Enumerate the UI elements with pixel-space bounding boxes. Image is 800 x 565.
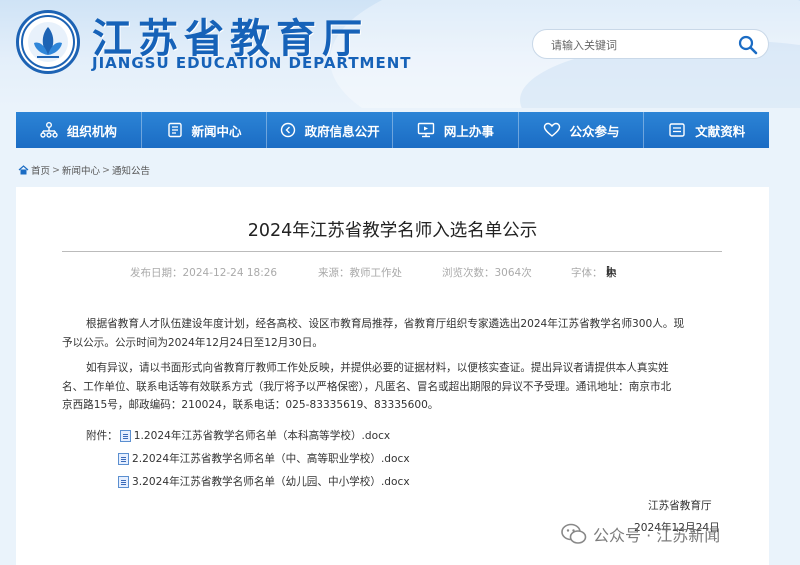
view-count: 浏览次数：3064次 xyxy=(442,267,532,279)
watermark-text: 公众号 · 江苏新闻 xyxy=(593,526,721,545)
heart-icon xyxy=(543,122,560,137)
book-icon xyxy=(669,123,685,137)
breadcrumb: 首页 > 新闻中心 > 通知公告 xyxy=(18,163,150,177)
breadcrumb-notice-link[interactable]: 通知公告 xyxy=(112,163,150,177)
nav-label: 文献资料 xyxy=(695,123,746,139)
bracket-close: ] xyxy=(606,265,611,277)
nav-item-online-services[interactable]: 网上办事 xyxy=(393,112,519,148)
font-size-label: 字体： xyxy=(571,267,603,279)
publish-date: 发布日期：2024-12-24 18:26 xyxy=(130,267,278,279)
article-title: 2024年江苏省教学名师入选名单公示 xyxy=(247,221,538,241)
attachment-row: 2.2024年江苏省教学名师名单（中、高等职业学校）.docx xyxy=(118,451,410,466)
education-department-logo[interactable] xyxy=(16,10,80,74)
paragraph-line: 根据省教育人才队伍建设年度计划，经各高校、设区市教育局推荐，省教育厅组织专家遴选… xyxy=(86,318,685,330)
document-icon xyxy=(167,122,182,138)
info-circle-icon xyxy=(280,122,295,138)
site-header: 江苏省教育厅 JIANGSU EDUCATION DEPARTMENT xyxy=(0,0,800,108)
watermark: 公众号 · 江苏新闻 xyxy=(561,522,720,546)
title-divider xyxy=(62,251,722,252)
monitor-icon xyxy=(417,122,435,138)
nav-item-documents[interactable]: 文献资料 xyxy=(644,112,769,148)
docx-file-icon xyxy=(118,452,129,465)
attachments-label: 附件： xyxy=(86,430,118,442)
attachment-row: 附件： 1.2024年江苏省教学名师名单（本科高等学校）.docx xyxy=(86,428,390,443)
breadcrumb-separator: > xyxy=(102,164,110,176)
search-icon xyxy=(738,35,758,55)
nav-item-news[interactable]: 新闻中心 xyxy=(142,112,268,148)
attachment-link-1[interactable]: 1.2024年江苏省教学名师名单（本科高等学校）.docx xyxy=(134,428,390,443)
org-chart-icon xyxy=(40,122,58,138)
home-icon xyxy=(18,165,29,175)
nav-label: 组织机构 xyxy=(66,123,117,139)
paragraph-line: 名、工作单位、联系电话等有效联系方式（我厅将予以严格保密），凡匿名、冒名或超出期… xyxy=(62,380,672,393)
nav-label: 公众参与 xyxy=(569,123,620,139)
search-button[interactable] xyxy=(737,34,759,56)
nav-label: 网上办事 xyxy=(443,123,494,139)
nav-item-government-info[interactable]: 政府信息公开 xyxy=(267,112,394,148)
paragraph-objection: 如有异议，请以书面形式向省教育厅教师工作处反映，并提供必要的证据材料，以便核实查… xyxy=(62,359,722,415)
breadcrumb-home-link[interactable]: 首页 xyxy=(31,163,50,177)
search-input[interactable] xyxy=(551,35,731,55)
nav-item-public-participation[interactable]: 公众参与 xyxy=(519,112,645,148)
main-nav: 组织机构 新闻中心 政府信息公开 网上办事 公众参与 文献资料 xyxy=(16,112,769,148)
nav-label: 政府信息公开 xyxy=(304,123,380,139)
paragraph-line: 京西路15号，邮政编码：210024，联系电话：025-83335619、833… xyxy=(62,399,439,411)
paragraph-announcement: 根据省教育人才队伍建设年度计划，经各高校、设区市教育局推荐，省教育厅组织专家遴选… xyxy=(62,315,722,352)
attachment-link-2[interactable]: 2.2024年江苏省教学名师名单（中、高等职业学校）.docx xyxy=(132,451,410,466)
site-subtitle: JIANGSU EDUCATION DEPARTMENT xyxy=(92,54,412,72)
breadcrumb-news-link[interactable]: 新闻中心 xyxy=(62,163,100,177)
docx-file-icon xyxy=(118,475,129,488)
article-card: 2024年江苏省教学名师入选名单公示 发布日期：2024-12-24 18:26… xyxy=(16,187,769,565)
signature-organization: 江苏省教育厅 xyxy=(648,500,712,512)
nav-item-organization[interactable]: 组织机构 xyxy=(16,112,142,148)
breadcrumb-separator: > xyxy=(52,164,60,176)
nav-label: 新闻中心 xyxy=(191,123,242,139)
paragraph-line: 如有异议，请以书面形式向省教育厅教师工作处反映，并提供必要的证据材料，以便核实查… xyxy=(86,362,669,374)
article-source: 来源：教师工作处 xyxy=(318,267,402,279)
docx-file-icon xyxy=(119,429,131,442)
paragraph-line: 予以公示。公示时间为2024年12月24日至12月30日。 xyxy=(62,336,323,349)
attachment-link-3[interactable]: 3.2024年江苏省教学名师名单（幼儿园、中小学校）.docx xyxy=(132,474,410,489)
attachment-row: 3.2024年江苏省教学名师名单（幼儿园、中小学校）.docx xyxy=(118,474,410,489)
search-box xyxy=(532,29,769,59)
wechat-icon xyxy=(561,523,587,544)
